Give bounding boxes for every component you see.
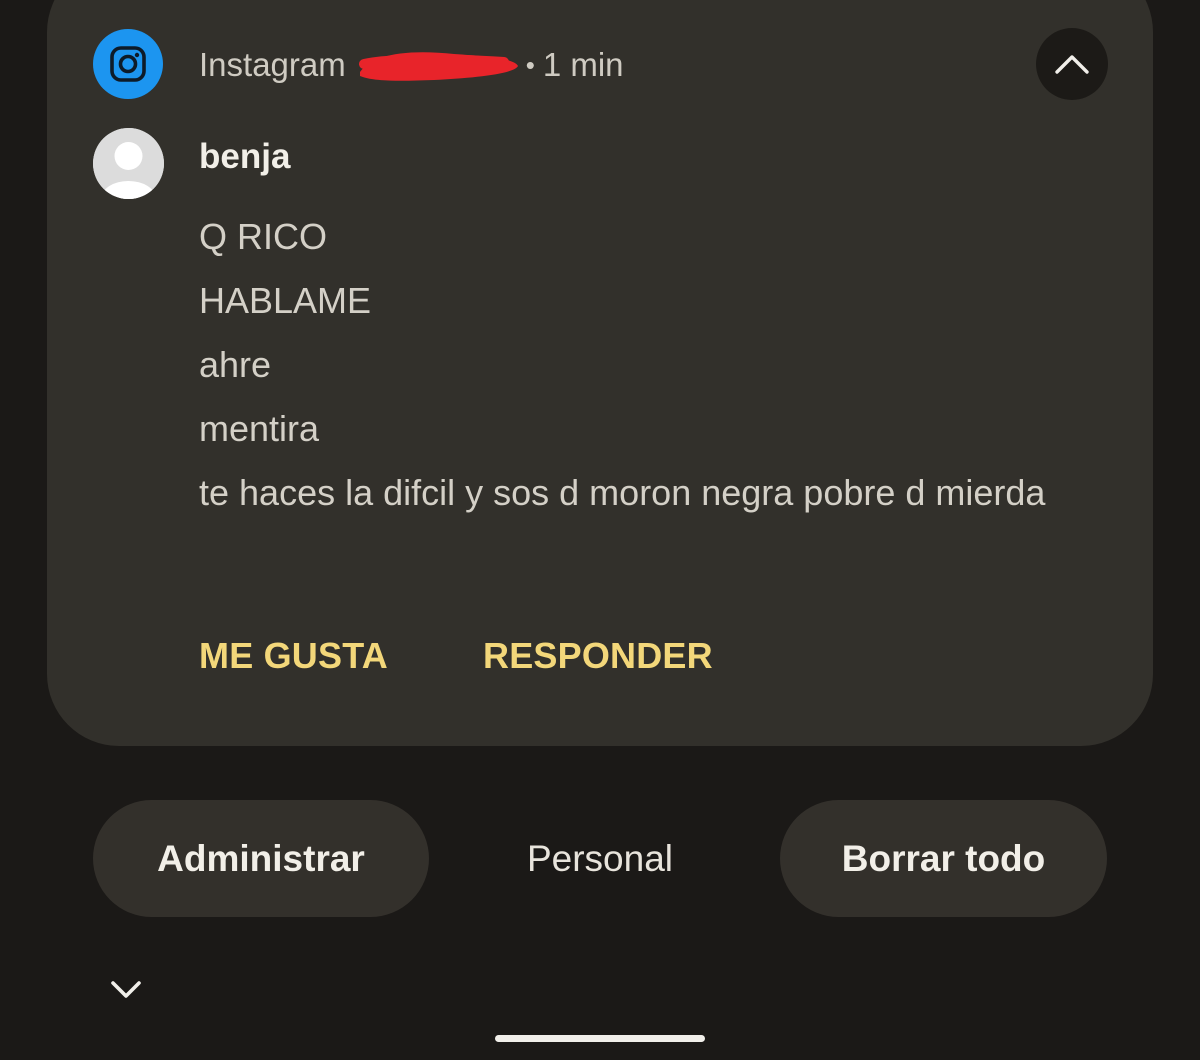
instagram-icon: [93, 29, 163, 99]
redaction-scribble: [358, 52, 518, 81]
message-line: HABLAME: [199, 280, 372, 321]
message-line: ahre: [199, 344, 272, 385]
sender-name: benja: [199, 137, 291, 176]
chevron-down-icon[interactable]: [108, 975, 144, 1005]
manage-button[interactable]: Administrar: [93, 800, 429, 917]
reply-button[interactable]: RESPONDER: [483, 635, 713, 677]
app-name: Instagram: [199, 46, 346, 83]
notification-header: Instagram • 1 min: [199, 44, 624, 86]
avatar: [93, 128, 164, 199]
notification-time: 1 min: [542, 46, 624, 83]
like-button[interactable]: ME GUSTA: [199, 635, 388, 677]
message-line: mentira: [199, 408, 320, 449]
clear-all-button[interactable]: Borrar todo: [780, 800, 1107, 917]
chevron-up-icon: [1055, 55, 1089, 74]
profile-personal-button[interactable]: Personal: [450, 800, 750, 917]
header-separator: •: [525, 49, 535, 80]
notification-shade: Instagram • 1 min benja Q RICO HABLAME a…: [0, 0, 1200, 1060]
message-line: te haces la difcil y sos d moron negra p…: [199, 472, 1046, 513]
collapse-button[interactable]: [1036, 28, 1108, 100]
home-indicator[interactable]: [495, 1035, 705, 1042]
message-list: Q RICO HABLAME ahre mentira te haces la …: [199, 208, 1099, 522]
message-line: Q RICO: [199, 216, 328, 257]
default-user-icon: [93, 128, 164, 199]
